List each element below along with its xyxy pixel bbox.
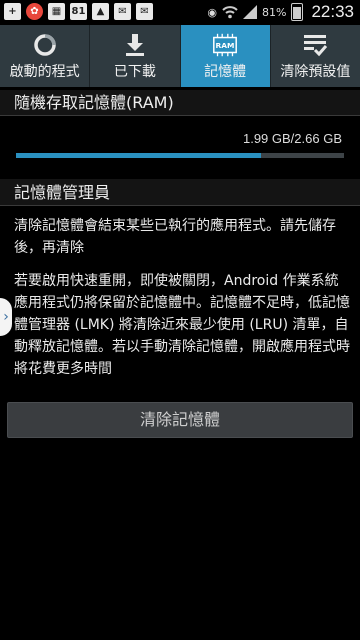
memory-manager-details: 若要啟用快速重開，即使被關閉，Android 作業系統應用程式仍將保留於記憶體中… bbox=[14, 273, 350, 377]
ram-usage-bar bbox=[16, 153, 344, 158]
tab-downloaded[interactable]: 已下載 bbox=[90, 25, 181, 87]
gallery-check-icon: ▲ bbox=[92, 3, 109, 20]
tab-memory[interactable]: RAM 記憶體 bbox=[180, 25, 271, 87]
memory-manager-title: 記憶體管理員 bbox=[0, 179, 360, 206]
notification-icons: + ✿ ▦ 81 ▲ ✉ ✉ bbox=[4, 3, 153, 20]
pinwheel-app-icon: ✿ bbox=[26, 3, 43, 20]
tab-label: 已下載 bbox=[113, 64, 156, 80]
ram-usage-fill bbox=[16, 153, 262, 158]
status-bar: + ✿ ▦ 81 ▲ ✉ ✉ ◉ 81% 22:33 bbox=[0, 0, 360, 25]
battery-percent: 81% bbox=[262, 5, 287, 19]
tab-label: 記憶體 bbox=[204, 64, 247, 80]
mail-check-icon: ✉ bbox=[114, 3, 131, 20]
notification-badge: 81 bbox=[70, 3, 87, 20]
tab-label: 啟動的程式 bbox=[9, 64, 80, 80]
ram-chip-icon: RAM bbox=[211, 31, 239, 59]
battery-icon bbox=[291, 3, 304, 21]
side-panel-handle[interactable]: › bbox=[0, 298, 12, 336]
ram-usage-text: 1.99 GB/2.66 GB bbox=[242, 131, 342, 146]
download-icon bbox=[121, 31, 149, 59]
signal-icon bbox=[243, 5, 257, 19]
eye-icon: ◉ bbox=[207, 5, 217, 19]
clear-memory-button[interactable]: 清除記憶體 bbox=[7, 402, 353, 438]
tab-running-apps[interactable]: 啟動的程式 bbox=[0, 25, 91, 87]
tab-bar: 啟動的程式 已下載 RAM 記憶體 清除預設值 bbox=[0, 25, 360, 87]
clock: 22:33 bbox=[311, 2, 354, 21]
ram-chip-text: RAM bbox=[216, 41, 235, 50]
clear-defaults-icon bbox=[301, 31, 329, 59]
tab-label: 清除預設值 bbox=[280, 64, 351, 80]
chevron-right-icon: › bbox=[3, 309, 9, 325]
ram-section-title: 隨機存取記憶體(RAM) bbox=[0, 90, 360, 116]
running-apps-icon bbox=[31, 31, 59, 59]
plus-icon: + bbox=[4, 3, 21, 20]
tab-clear-defaults[interactable]: 清除預設值 bbox=[271, 25, 360, 87]
mail-icon: ✉ bbox=[136, 3, 153, 20]
wifi-icon bbox=[222, 6, 238, 19]
memory-manager-description: 清除記憶體會結束某些已執行的應用程式。請先儲存後，再清除 bbox=[14, 218, 336, 256]
system-icons: ◉ 81% 22:33 bbox=[207, 2, 354, 22]
gallery-icon: ▦ bbox=[48, 3, 65, 20]
